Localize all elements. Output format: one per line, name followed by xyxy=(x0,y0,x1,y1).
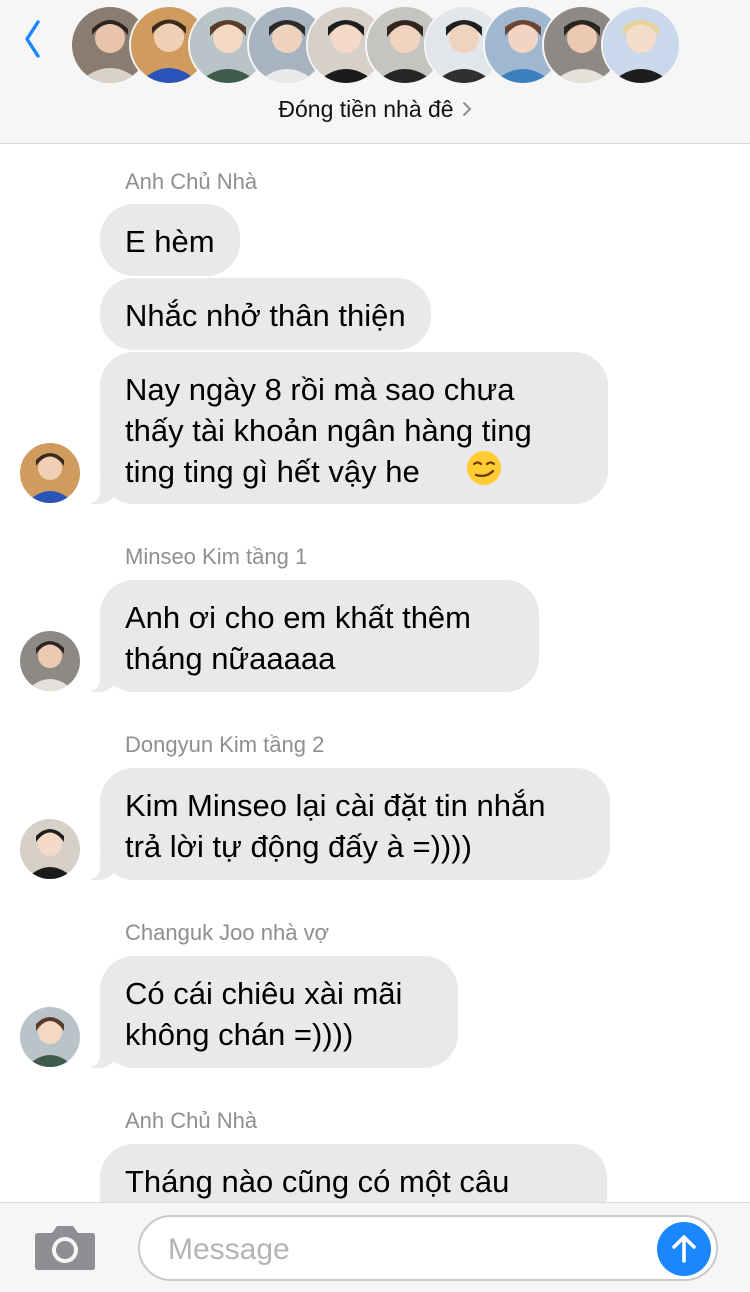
message-bubble[interactable]: Kim Minseo lại cài đặt tin nhắn trả lời … xyxy=(82,768,610,880)
sender-avatar[interactable] xyxy=(20,631,80,691)
group-name-label: Đóng tiền nhà đê xyxy=(278,95,454,122)
message-input[interactable] xyxy=(166,1227,640,1273)
sender-avatar[interactable] xyxy=(20,1007,80,1067)
camera-button[interactable] xyxy=(34,1223,96,1271)
sender-name: Changuk Joo nhà vợ xyxy=(125,920,330,945)
message-bubble[interactable]: E hèm xyxy=(100,204,240,276)
sender-name: Anh Chủ Nhà xyxy=(125,169,258,194)
message-text: Tháng nào cũng có một câu xyxy=(125,1164,510,1199)
chevron-left-icon xyxy=(25,20,40,58)
back-button[interactable] xyxy=(14,14,50,64)
message-bubble[interactable]: Nay ngày 8 rồi mà sao chưa thấy tài khoả… xyxy=(82,352,608,504)
message-text: E hèm xyxy=(125,224,215,259)
message-text: Có cái chiêu xài mãi không chán =)))) xyxy=(125,976,403,1052)
message-text: Kim Minseo lại cài đặt tin nhắn trả lời … xyxy=(125,788,546,864)
send-button[interactable] xyxy=(657,1222,711,1276)
sender-avatar[interactable] xyxy=(20,819,80,879)
sender-name: Dongyun Kim tầng 2 xyxy=(125,732,325,757)
conversation-header: Đóng tiền nhà đê xyxy=(0,0,750,144)
message-bubble[interactable]: Anh ơi cho em khất thêm tháng nữaaaaa xyxy=(82,580,539,692)
message-bubble[interactable]: Tháng nào cũng có một câu xyxy=(100,1144,607,1202)
group-name[interactable]: Đóng tiền nhà đê xyxy=(0,92,750,126)
message-text: Nhắc nhở thân thiện xyxy=(125,298,406,333)
sender-name: Minseo Kim tầng 1 xyxy=(125,544,308,569)
message-field[interactable] xyxy=(138,1215,718,1281)
sender-name: Anh Chủ Nhà xyxy=(125,1108,258,1133)
message-list[interactable]: Anh Chủ Nhà E hèm Nhắc nhở thân thiện Na… xyxy=(0,144,750,1202)
arrow-up-icon xyxy=(672,1235,696,1263)
participant-avatars[interactable] xyxy=(70,5,681,87)
sender-avatar[interactable] xyxy=(20,443,80,503)
camera-icon xyxy=(35,1226,95,1270)
chevron-right-icon xyxy=(462,101,472,117)
smirking-face-icon xyxy=(467,451,501,485)
message-bubble[interactable]: Có cái chiêu xài mãi không chán =)))) xyxy=(82,956,458,1068)
message-text: Anh ơi cho em khất thêm tháng nữaaaaa xyxy=(125,600,471,676)
participant-avatar xyxy=(601,5,681,85)
compose-bar xyxy=(0,1202,750,1292)
message-bubble[interactable]: Nhắc nhở thân thiện xyxy=(100,278,431,350)
